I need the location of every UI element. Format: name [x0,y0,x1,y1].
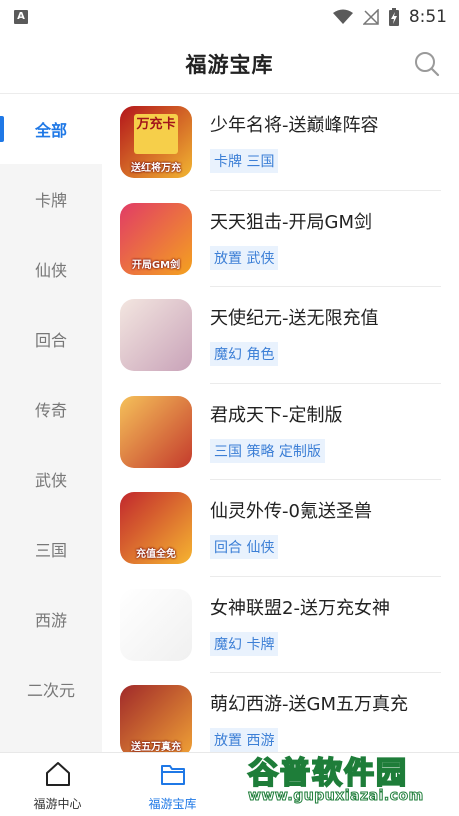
game-tag: 魔幻 角色 [210,342,279,367]
wifi-icon [332,9,353,24]
sidebar-item-label: 三国 [34,541,67,560]
page-title: 福游宝库 [185,52,274,77]
home-icon [45,762,70,786]
game-title: 仙灵外传-0氪送圣兽 [210,501,372,523]
sidebar-item-label: 传奇 [34,401,67,420]
sidebar-item-4[interactable]: 传奇 [0,374,102,444]
status-icons: 8:51 [332,7,447,27]
game-list-item[interactable]: 万充卡 送红将万充 少年名将-送巅峰阵容 卡牌 三国 [102,94,459,191]
tab-home-label: 福游中心 [33,797,82,811]
game-info: 女神联盟2-送万充女神 魔幻 卡牌 [210,594,390,656]
game-info: 萌幻西游-送GM五万真充 放置 西游 [210,690,408,752]
tab-library[interactable]: 福游宝库 [115,753,230,816]
game-title: 君成天下-定制版 [210,404,343,426]
game-list-item[interactable]: 女神联盟2-送万充女神 魔幻 卡牌 [102,577,459,674]
sidebar-item-label: 卡牌 [34,191,67,210]
page-header: 福游宝库 [0,34,459,94]
game-list: 万充卡 送红将万充 少年名将-送巅峰阵容 卡牌 三国 开局GM剑 天天狙击-开局GM剑 放置… [102,94,459,752]
game-list-item[interactable]: 君成天下-定制版 三国 策略 定制版 [102,384,459,481]
watermark-url: www.gupuxiazai.com [248,788,424,805]
game-icon: 充值全免 [120,492,192,565]
watermark: 谷普软件园 www.gupuxiazai.com [247,748,453,810]
sidebar-item-2[interactable]: 仙侠 [0,234,102,304]
battery-charging-icon [388,8,399,26]
game-tags: 三国 策略 定制版 [210,438,343,463]
game-icon [120,395,192,468]
tab-home[interactable]: 福游中心 [0,753,115,816]
game-icon: 开局GM剑 [120,202,192,275]
sidebar-item-8[interactable]: 二次元 [0,654,102,724]
game-tags: 卡牌 三国 [210,149,379,174]
game-list-item[interactable]: 充值全免 仙灵外传-0氪送圣兽 回合 仙侠 [102,480,459,577]
sidebar-item-1[interactable]: 卡牌 [0,164,102,234]
status-bar: A 8:51 [0,0,459,34]
game-title: 天天狙击-开局GM剑 [210,211,372,233]
sidebar-item-label: 二次元 [26,681,75,700]
game-info: 君成天下-定制版 三国 策略 定制版 [210,401,343,463]
game-tag: 放置 武侠 [210,245,279,270]
sidebar-item-label: 西游 [34,611,67,630]
sidebar-item-label: 回合 [34,331,67,350]
no-signal-icon [362,9,379,25]
game-title: 萌幻西游-送GM五万真充 [210,694,408,716]
game-icon-caption: 开局GM剑 [131,259,181,271]
game-title: 女神联盟2-送万充女神 [210,597,390,619]
clock: 8:51 [408,7,447,27]
game-info: 天天狙击-开局GM剑 放置 武侠 [210,208,372,270]
game-list-item[interactable]: 开局GM剑 天天狙击-开局GM剑 放置 武侠 [102,191,459,288]
game-tags: 回合 仙侠 [210,535,372,560]
game-info: 仙灵外传-0氪送圣兽 回合 仙侠 [210,497,372,560]
game-tag: 魔幻 卡牌 [210,631,279,656]
sidebar-item-7[interactable]: 西游 [0,584,102,654]
game-icon: 万充卡 送红将万充 [120,106,192,179]
sidebar-item-label: 武侠 [34,471,67,490]
sidebar-item-6[interactable]: 三国 [0,514,102,584]
game-tag: 三国 策略 定制版 [210,438,325,463]
game-info: 天使纪元-送无限充值 魔幻 角色 [210,304,379,367]
game-tag: 卡牌 三国 [210,149,279,174]
game-list-item[interactable]: 天使纪元-送无限充值 魔幻 角色 [102,287,459,384]
game-icon-caption: 送五万真充 [131,742,181,752]
game-tag: 回合 仙侠 [210,535,279,560]
search-icon[interactable] [413,50,441,78]
game-title: 少年名将-送巅峰阵容 [210,115,379,137]
sidebar-item-3[interactable]: 回合 [0,304,102,374]
tab-library-label: 福游宝库 [148,797,197,811]
game-title: 天使纪元-送无限充值 [210,308,379,330]
game-icon [120,588,192,661]
game-icon: 送五万真充 [120,685,192,752]
game-icon-caption: 充值全免 [136,549,176,561]
folder-icon [160,765,185,785]
game-tags: 放置 武侠 [210,245,372,270]
game-tags: 魔幻 角色 [210,342,379,367]
sidebar-item-0[interactable]: 全部 [0,94,102,164]
watermark-title: 谷普软件园 [247,755,408,792]
game-info: 少年名将-送巅峰阵容 卡牌 三国 [210,111,379,174]
game-tags: 魔幻 卡牌 [210,631,390,656]
game-list-item[interactable]: 送五万真充 萌幻西游-送GM五万真充 放置 西游 [102,673,459,752]
category-sidebar: 全部卡牌仙侠回合传奇武侠三国西游二次元 [0,94,102,752]
sidebar-item-label: 全部 [34,121,67,140]
game-icon-caption: 送红将万充 [131,163,181,175]
notification-icon: A [14,10,28,24]
sidebar-item-5[interactable]: 武侠 [0,444,102,514]
game-icon-badge: 万充卡 [134,114,178,155]
game-icon [120,299,192,372]
sidebar-item-label: 仙侠 [34,261,67,280]
